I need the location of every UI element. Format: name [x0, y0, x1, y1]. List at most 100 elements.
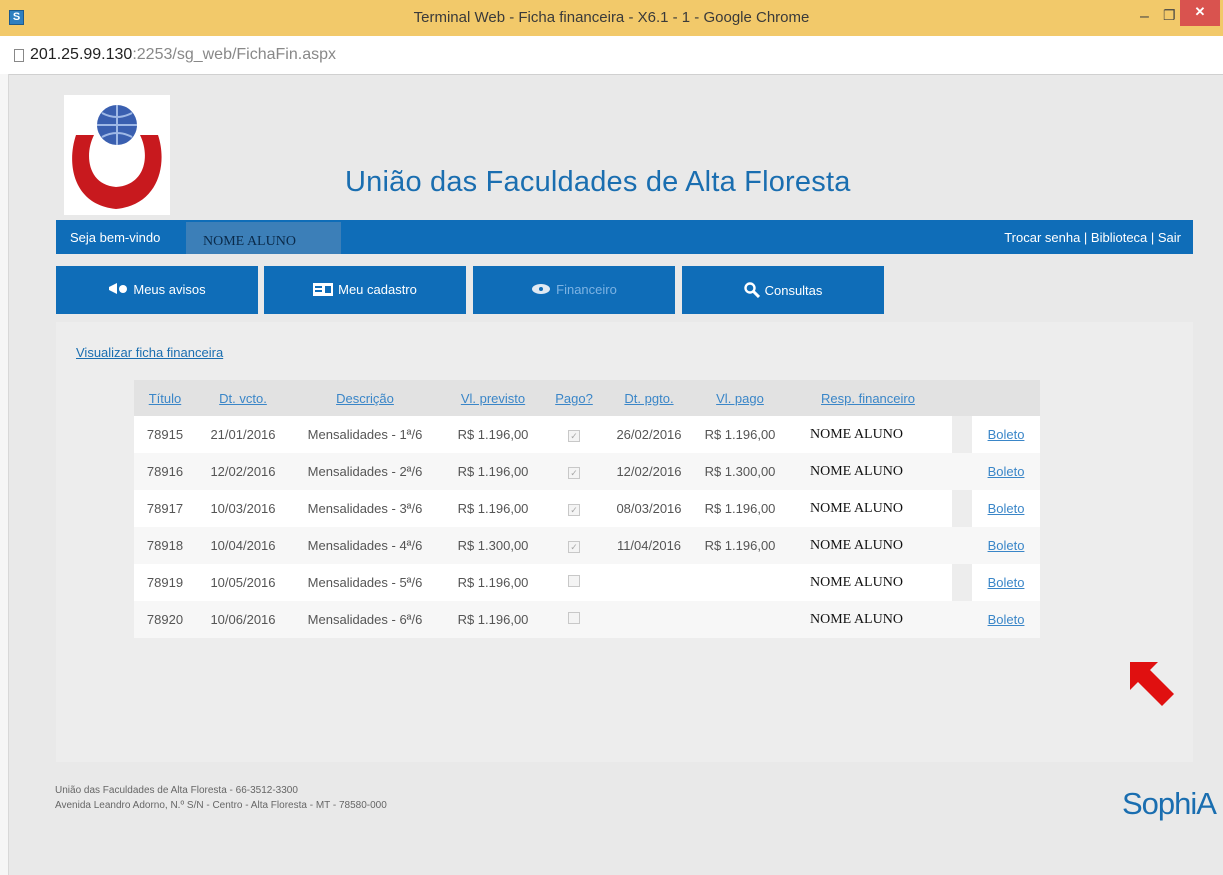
cell-vl-previsto: R$ 1.196,00 — [440, 601, 546, 638]
minimize-button[interactable]: – — [1140, 8, 1149, 26]
page-icon — [14, 49, 24, 62]
cell-dt-pgto — [602, 564, 696, 601]
page-title: União das Faculdades de Alta Floresta — [345, 166, 851, 198]
cell-vl-pago — [696, 601, 784, 638]
red-arrow-icon — [1130, 662, 1174, 706]
tab-meu-cadastro[interactable]: Meu cadastro — [264, 266, 466, 314]
cell-resp-financeiro: NOME ALUNO — [784, 416, 952, 453]
cell-dt-vcto: 10/03/2016 — [196, 490, 290, 527]
financial-table: Título Dt. vcto. Descrição Vl. previsto … — [134, 380, 1040, 638]
user-name: NOME ALUNO — [203, 234, 296, 249]
boleto-link[interactable]: Boleto — [972, 490, 1040, 527]
cell-dt-vcto: 12/02/2016 — [196, 453, 290, 490]
paid-checkbox: ✓ — [568, 504, 580, 516]
boleto-link[interactable]: Boleto — [972, 564, 1040, 601]
cell-resp-financeiro: NOME ALUNO — [784, 601, 952, 638]
col-gap — [952, 380, 972, 416]
close-button[interactable]: ✕ — [1180, 0, 1220, 26]
col-dt-pgto[interactable]: Dt. pgto. — [602, 380, 696, 416]
cell-dt-pgto: 08/03/2016 — [602, 490, 696, 527]
paid-checkbox — [568, 575, 580, 587]
tab-meus-avisos[interactable]: Meus avisos — [56, 266, 258, 314]
cell-vl-previsto: R$ 1.196,00 — [440, 453, 546, 490]
cell-resp-financeiro: NOME ALUNO — [784, 453, 952, 490]
cell-vl-pago: R$ 1.196,00 — [696, 490, 784, 527]
paid-checkbox: ✓ — [568, 430, 580, 442]
cell-titulo: 78917 — [134, 490, 196, 527]
cell-descricao: Mensalidades - 4ª/6 — [290, 527, 440, 564]
url-text[interactable]: 201.25.99.130:2253/sg_web/FichaFin.aspx — [30, 46, 336, 64]
cell-vl-pago — [696, 564, 784, 601]
table-row: 78916 12/02/2016 Mensalidades - 2ª/6 R$ 1.1… — [134, 453, 1040, 490]
cell-titulo: 78918 — [134, 527, 196, 564]
cell-descricao: Mensalidades - 6ª/6 — [290, 601, 440, 638]
tab-label: Consultas — [764, 282, 823, 298]
col-pago[interactable]: Pago? — [546, 380, 602, 416]
col-vl-pago[interactable]: Vl. pago — [696, 380, 784, 416]
cell-resp-financeiro: NOME ALUNO — [784, 564, 952, 601]
cell-vl-previsto: R$ 1.196,00 — [440, 490, 546, 527]
maximize-button[interactable]: ❐ — [1163, 7, 1176, 24]
boleto-link[interactable]: Boleto — [972, 527, 1040, 564]
tab-financeiro[interactable]: Financeiro — [473, 266, 675, 314]
cell-dt-vcto: 10/04/2016 — [196, 527, 290, 564]
cell-dt-vcto: 10/05/2016 — [196, 564, 290, 601]
cell-gap — [952, 564, 972, 601]
account-links[interactable]: Trocar senha | Biblioteca | Sair — [1004, 230, 1181, 245]
main-content: Visualizar ficha financeira Título Dt. v… — [56, 322, 1193, 762]
cell-gap — [952, 527, 972, 564]
cell-pago — [546, 601, 602, 638]
search-icon — [743, 282, 760, 301]
address-bar[interactable]: 201.25.99.130:2253/sg_web/FichaFin.aspx — [0, 36, 1223, 75]
table-row: 78920 10/06/2016 Mensalidades - 6ª/6 R$ 1.1… — [134, 601, 1040, 638]
tab-label: Financeiro — [556, 282, 617, 297]
cell-vl-previsto: R$ 1.300,00 — [440, 527, 546, 564]
cell-dt-pgto: 26/02/2016 — [602, 416, 696, 453]
cell-dt-vcto: 10/06/2016 — [196, 601, 290, 638]
cell-gap — [952, 490, 972, 527]
institution-logo — [64, 95, 170, 215]
window-titlebar: S Terminal Web - Ficha financeira - X6.1… — [0, 0, 1223, 36]
cell-titulo: 78920 — [134, 601, 196, 638]
table-row: 78915 21/01/2016 Mensalidades - 1ª/6 R$ 1.1… — [134, 416, 1040, 453]
cell-vl-pago: R$ 1.196,00 — [696, 527, 784, 564]
cell-descricao: Mensalidades - 2ª/6 — [290, 453, 440, 490]
tab-label: Meu cadastro — [338, 282, 417, 297]
cell-titulo: 78916 — [134, 453, 196, 490]
cell-dt-pgto: 12/02/2016 — [602, 453, 696, 490]
paid-checkbox: ✓ — [568, 541, 580, 553]
cell-vl-previsto: R$ 1.196,00 — [440, 416, 546, 453]
cell-pago: ✓ — [546, 527, 602, 564]
boleto-link[interactable]: Boleto — [972, 601, 1040, 638]
col-descricao[interactable]: Descrição — [290, 380, 440, 416]
col-titulo[interactable]: Título — [134, 380, 196, 416]
col-vl-previsto[interactable]: Vl. previsto — [440, 380, 546, 416]
url-path: :2253/sg_web/FichaFin.aspx — [132, 46, 336, 63]
cell-resp-financeiro: NOME ALUNO — [784, 490, 952, 527]
tab-label: Meus avisos — [133, 282, 206, 297]
cell-gap — [952, 416, 972, 453]
user-name-box: NOME ALUNO — [186, 222, 341, 254]
col-dt-vcto[interactable]: Dt. vcto. — [196, 380, 290, 416]
view-financial-sheet-link[interactable]: Visualizar ficha financeira — [76, 345, 223, 360]
cell-descricao: Mensalidades - 1ª/6 — [290, 416, 440, 453]
cell-titulo: 78915 — [134, 416, 196, 453]
boleto-link[interactable]: Boleto — [972, 416, 1040, 453]
window-edge — [0, 74, 9, 875]
boleto-link[interactable]: Boleto — [972, 453, 1040, 490]
tab-consultas[interactable]: Consultas — [682, 266, 884, 314]
cell-vl-pago: R$ 1.300,00 — [696, 453, 784, 490]
col-resp-financeiro[interactable]: Resp. financeiro — [784, 380, 952, 416]
footer-address: União das Faculdades de Alta Floresta - … — [55, 783, 387, 813]
cell-dt-vcto: 21/01/2016 — [196, 416, 290, 453]
id-card-icon — [313, 282, 334, 299]
footer-line-2: Avenida Leandro Adorno, N.º S/N - Centro… — [55, 800, 387, 811]
footer-line-1: União das Faculdades de Alta Floresta - … — [55, 785, 298, 796]
cell-vl-pago: R$ 1.196,00 — [696, 416, 784, 453]
cell-pago: ✓ — [546, 416, 602, 453]
url-host: 201.25.99.130 — [30, 46, 133, 63]
cell-pago — [546, 564, 602, 601]
cell-pago: ✓ — [546, 453, 602, 490]
window-title: Terminal Web - Ficha financeira - X6.1 -… — [413, 9, 810, 26]
cell-vl-previsto: R$ 1.196,00 — [440, 564, 546, 601]
